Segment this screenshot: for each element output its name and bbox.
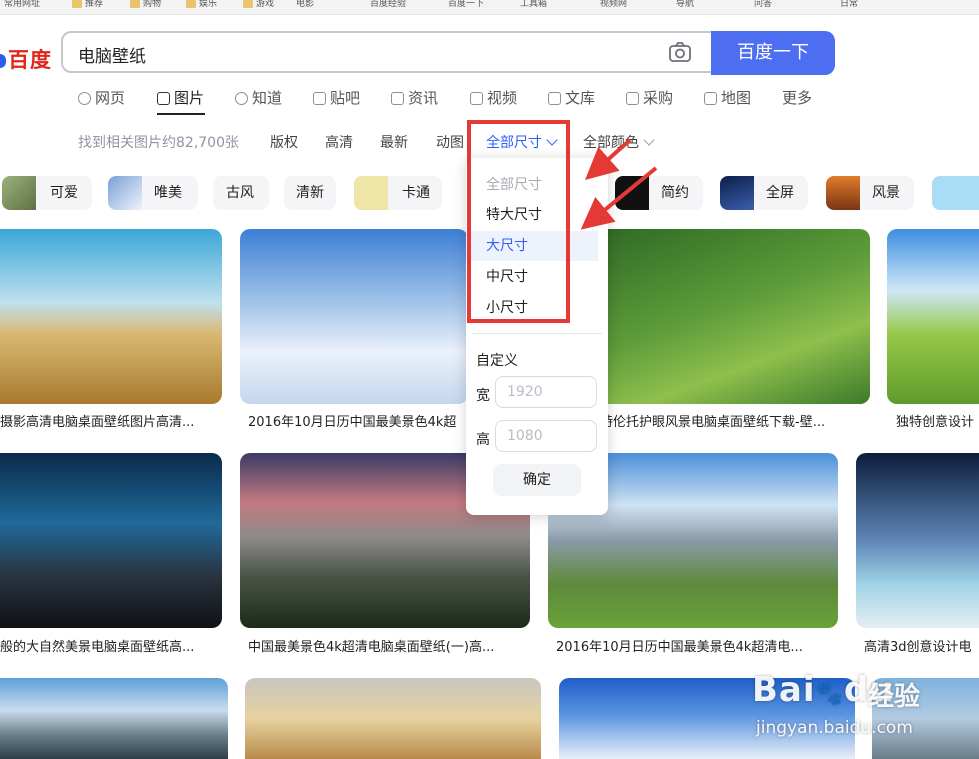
- filter-copyright[interactable]: 版权: [270, 132, 298, 152]
- chip-fresh[interactable]: 清新: [284, 176, 336, 210]
- image-result-tile[interactable]: [240, 229, 468, 404]
- tab-map[interactable]: 地图: [704, 88, 751, 110]
- image-result-tile[interactable]: [887, 229, 979, 404]
- image-result-tile[interactable]: [856, 453, 979, 628]
- tab-tieba[interactable]: 贴吧: [313, 88, 360, 110]
- image-result-tile[interactable]: [0, 678, 228, 759]
- active-tab-underline: [157, 113, 205, 115]
- tab-web[interactable]: 网页: [78, 88, 125, 110]
- image-caption[interactable]: 般的大自然美景电脑桌面壁纸高...: [0, 636, 218, 655]
- height-label: 高: [476, 432, 490, 448]
- chip-fullscreen[interactable]: 全屏: [720, 176, 808, 210]
- confirm-button[interactable]: 确定: [493, 464, 581, 496]
- bookmark-item[interactable]: 游戏: [243, 0, 287, 10]
- image-caption[interactable]: 摄影高清电脑桌面壁纸图片高清...: [0, 411, 218, 430]
- chip-thumbnail: [354, 176, 388, 210]
- bookmark-item[interactable]: 百度一下: [448, 0, 504, 10]
- image-caption[interactable]: 2016年10月日历中国最美景色4k超清电...: [556, 636, 836, 655]
- annotation-highlight-box: [467, 120, 570, 323]
- map-icon: [704, 92, 717, 105]
- bookmark-item[interactable]: 电影: [296, 0, 346, 10]
- arrow-icon: [585, 138, 632, 180]
- chip-cartoon[interactable]: 卡通: [354, 176, 442, 210]
- chip-cute[interactable]: 可爱: [2, 176, 92, 210]
- bookmark-item[interactable]: 日常: [840, 0, 906, 10]
- width-label: 宽: [476, 388, 490, 404]
- tab-zhidao[interactable]: 知道: [235, 88, 282, 110]
- custom-size-label: 自定义: [476, 353, 518, 369]
- chip-scenery[interactable]: 风景: [826, 176, 914, 210]
- tab-images[interactable]: 图片: [157, 88, 204, 110]
- question-icon: [235, 92, 248, 105]
- camera-icon[interactable]: [668, 41, 692, 63]
- bookmark-item[interactable]: 娱乐: [186, 0, 236, 10]
- image-result-tile[interactable]: [0, 453, 222, 628]
- watermark-cn: 经验: [868, 682, 921, 712]
- bookmark-item[interactable]: 常用网址: [4, 0, 62, 10]
- arrow-icon: [580, 166, 658, 230]
- filter-latest[interactable]: 最新: [380, 132, 408, 152]
- image-result-tile[interactable]: [598, 229, 870, 404]
- bookmark-item[interactable]: 问答: [754, 0, 820, 10]
- bookmark-item[interactable]: 视频网: [600, 0, 662, 10]
- bookmark-item[interactable]: 导航: [676, 0, 742, 10]
- search-box[interactable]: [61, 31, 711, 73]
- tab-news[interactable]: 资讯: [391, 88, 438, 110]
- filter-animated[interactable]: 动图: [436, 132, 464, 152]
- chip-ancient[interactable]: 古风: [213, 176, 269, 210]
- search-button[interactable]: 百度一下: [711, 31, 835, 75]
- baidu-jingyan-watermark: Bai🐾du 经验 jingyan.baidu.com: [752, 660, 977, 755]
- chip-thumbnail: [108, 176, 142, 210]
- baidu-logo[interactable]: 百度: [0, 44, 52, 74]
- bookmark-item[interactable]: 工具箱: [520, 0, 586, 10]
- width-input[interactable]: 1920: [495, 376, 597, 408]
- image-caption[interactable]: 特伦托护眼风景电脑桌面壁纸下载-壁...: [600, 411, 855, 430]
- bookmark-item[interactable]: 购物: [130, 0, 180, 10]
- news-icon: [391, 92, 404, 105]
- image-caption[interactable]: 中国最美景色4k超清电脑桌面壁纸(一)高...: [248, 636, 528, 655]
- annotation-arrows: [580, 138, 658, 230]
- tieba-icon: [313, 92, 326, 105]
- bookmarks-bar: 常用网址 推荐 购物 娱乐 游戏 电影 百度经验 百度一下 工具箱 视频网 导航…: [0, 0, 979, 15]
- watermark-url: jingyan.baidu.com: [756, 718, 913, 738]
- chip-thumbnail: [826, 176, 860, 210]
- bookmark-item[interactable]: 百度经验: [370, 0, 436, 10]
- tab-purchase[interactable]: 采购: [626, 88, 673, 110]
- result-count: 找到相关图片约82,700张: [78, 135, 239, 151]
- image-icon: [157, 92, 170, 105]
- tab-video[interactable]: 视频: [470, 88, 517, 110]
- image-caption[interactable]: 独特创意设计: [896, 411, 979, 430]
- video-icon: [470, 92, 483, 105]
- image-caption[interactable]: 高清3d创意设计电: [864, 636, 979, 655]
- image-result-tile[interactable]: [0, 229, 222, 404]
- search-icon: [78, 92, 91, 105]
- search-input[interactable]: 电脑壁纸: [78, 42, 146, 67]
- tab-wenku[interactable]: 文库: [548, 88, 595, 110]
- chip-thumbnail: [2, 176, 36, 210]
- chip-aesthetic[interactable]: 唯美: [108, 176, 198, 210]
- height-input[interactable]: 1080: [495, 420, 597, 452]
- chip-thumbnail: [720, 176, 754, 210]
- logo-text: 百度: [8, 48, 52, 72]
- cart-icon: [626, 92, 639, 105]
- bookmark-item[interactable]: 推荐: [72, 0, 122, 10]
- chip-more[interactable]: [932, 176, 979, 210]
- dropdown-divider: [472, 333, 602, 334]
- doc-icon: [548, 92, 561, 105]
- tab-more[interactable]: 更多: [782, 88, 812, 110]
- image-caption[interactable]: 2016年10月日历中国最美景色4k超: [248, 411, 466, 430]
- filter-hd[interactable]: 高清: [325, 132, 353, 152]
- image-result-tile[interactable]: [245, 678, 541, 759]
